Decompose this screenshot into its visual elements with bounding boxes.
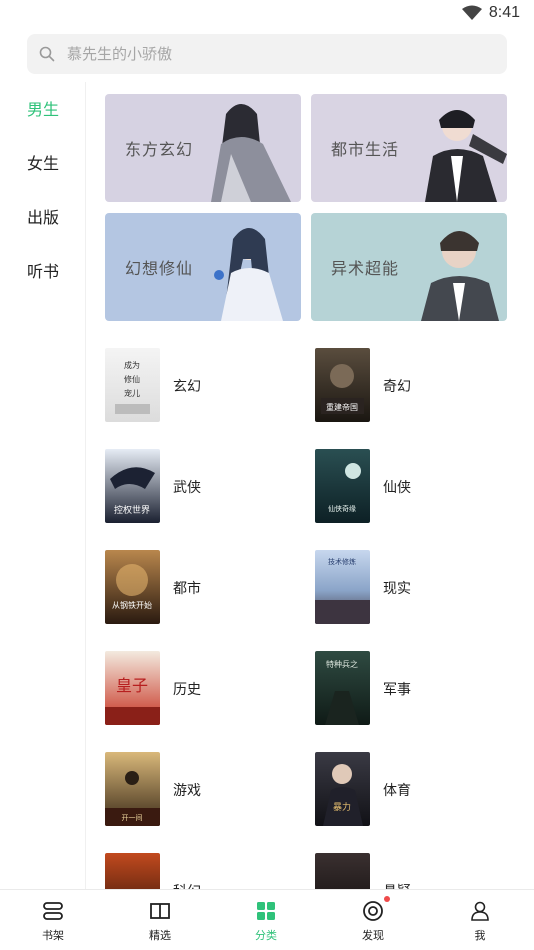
- book-cover: 仙侠奇缘: [315, 449, 370, 523]
- tab-discover[interactable]: 发现: [320, 890, 426, 950]
- category-item[interactable]: 皇子 历史: [105, 651, 305, 731]
- category-item[interactable]: 从钢铁开始 都市: [105, 550, 305, 630]
- bottom-tab-bar: 书架 精选 分类 发现 我: [0, 889, 534, 950]
- grid-icon: [257, 902, 275, 920]
- book-cover: 重建帝国: [315, 348, 370, 422]
- category-item[interactable]: 重建帝国 奇幻: [315, 348, 515, 428]
- notification-dot: [384, 896, 390, 902]
- character-illustration: [214, 228, 283, 321]
- sidebar-item-female[interactable]: 女生: [27, 150, 59, 174]
- category-item[interactable]: 技术修炼 现实: [315, 550, 515, 630]
- tab-label: 书架: [42, 929, 64, 942]
- discover-icon: [363, 901, 383, 921]
- tab-label: 发现: [362, 929, 384, 942]
- svg-text:开一间: 开一间: [122, 814, 143, 822]
- svg-text:特种兵之: 特种兵之: [326, 659, 358, 669]
- tab-label: 分类: [255, 929, 277, 942]
- banner-eastern-fantasy[interactable]: 东方玄幻: [105, 94, 301, 202]
- banner-label: 异术超能: [331, 259, 400, 278]
- category-name: 现实: [383, 581, 411, 597]
- category-name: 游戏: [173, 783, 201, 799]
- book-cover: 皇子: [105, 651, 160, 725]
- category-name: 都市: [173, 581, 201, 597]
- character-illustration: [425, 110, 507, 202]
- category-name: 奇幻: [383, 379, 411, 395]
- banner-label: 都市生活: [331, 140, 400, 159]
- tab-label: 精选: [149, 929, 171, 942]
- banner-label: 东方玄幻: [125, 140, 194, 159]
- character-illustration: [211, 104, 291, 202]
- book-cover: 特种兵之: [315, 651, 370, 725]
- category-item[interactable]: 特种兵之 军事: [315, 651, 515, 731]
- svg-text:暴力: 暴力: [333, 801, 351, 813]
- wifi-icon: [462, 5, 482, 20]
- tab-bookshelf[interactable]: 书架: [0, 890, 106, 950]
- search-icon: [39, 46, 55, 62]
- svg-text:从钢铁开始: 从钢铁开始: [112, 600, 152, 610]
- category-name: 军事: [383, 682, 411, 698]
- category-item[interactable]: 开一间 游戏: [105, 752, 305, 832]
- status-bar: 8:41: [0, 0, 534, 28]
- category-item[interactable]: 仙侠奇缘 仙侠: [315, 449, 515, 529]
- tab-me[interactable]: 我: [427, 890, 533, 950]
- svg-text:仙侠奇缘: 仙侠奇缘: [328, 504, 356, 513]
- sidebar-item-audio[interactable]: 听书: [27, 258, 59, 282]
- category-name: 历史: [173, 682, 201, 698]
- svg-text:重建帝国: 重建帝国: [326, 402, 358, 412]
- svg-text:控权世界: 控权世界: [114, 504, 150, 516]
- svg-text:宠儿: 宠儿: [124, 388, 140, 398]
- category-name: 武侠: [173, 480, 201, 496]
- book-cover: 暴力: [315, 752, 370, 826]
- category-item[interactable]: 成为修仙宠儿 玄幻: [105, 348, 305, 428]
- banner-label: 幻想修仙: [125, 259, 194, 278]
- bookshelf-icon: [43, 902, 63, 920]
- user-icon: [471, 901, 489, 921]
- sidebar-item-male[interactable]: 男生: [27, 96, 59, 120]
- banner-supernatural[interactable]: 异术超能: [311, 213, 507, 321]
- character-illustration: [421, 231, 499, 321]
- search-input[interactable]: [65, 44, 469, 64]
- tab-label: 我: [474, 929, 486, 942]
- tab-category[interactable]: 分类: [213, 890, 319, 950]
- book-cover: 从钢铁开始: [105, 550, 160, 624]
- category-sidebar: 男生 女生 出版 听书: [0, 82, 86, 890]
- book-cover: 开一间: [105, 752, 160, 826]
- open-book-icon: [150, 903, 170, 919]
- banner-xianxia-fantasy[interactable]: 幻想修仙: [105, 213, 301, 321]
- tab-featured[interactable]: 精选: [107, 890, 213, 950]
- category-item[interactable]: 暴力 体育: [315, 752, 515, 832]
- category-item[interactable]: 控权世界 武侠: [105, 449, 305, 529]
- category-name: 仙侠: [383, 480, 411, 496]
- svg-text:技术修炼: 技术修炼: [328, 557, 356, 566]
- svg-text:成为: 成为: [124, 360, 140, 370]
- book-cover: 成为 修仙 宠儿: [105, 348, 160, 422]
- clock: 8:41: [488, 4, 520, 21]
- category-name: 体育: [383, 783, 411, 799]
- banner-urban-life[interactable]: 都市生活: [311, 94, 507, 202]
- search-bar[interactable]: [27, 34, 507, 74]
- category-name: 玄幻: [173, 379, 201, 395]
- svg-text:修仙: 修仙: [124, 374, 140, 384]
- book-cover: 技术修炼: [315, 550, 370, 624]
- book-cover: 控权世界: [105, 449, 160, 523]
- svg-text:皇子: 皇子: [116, 676, 148, 695]
- sidebar-item-publish[interactable]: 出版: [27, 204, 59, 228]
